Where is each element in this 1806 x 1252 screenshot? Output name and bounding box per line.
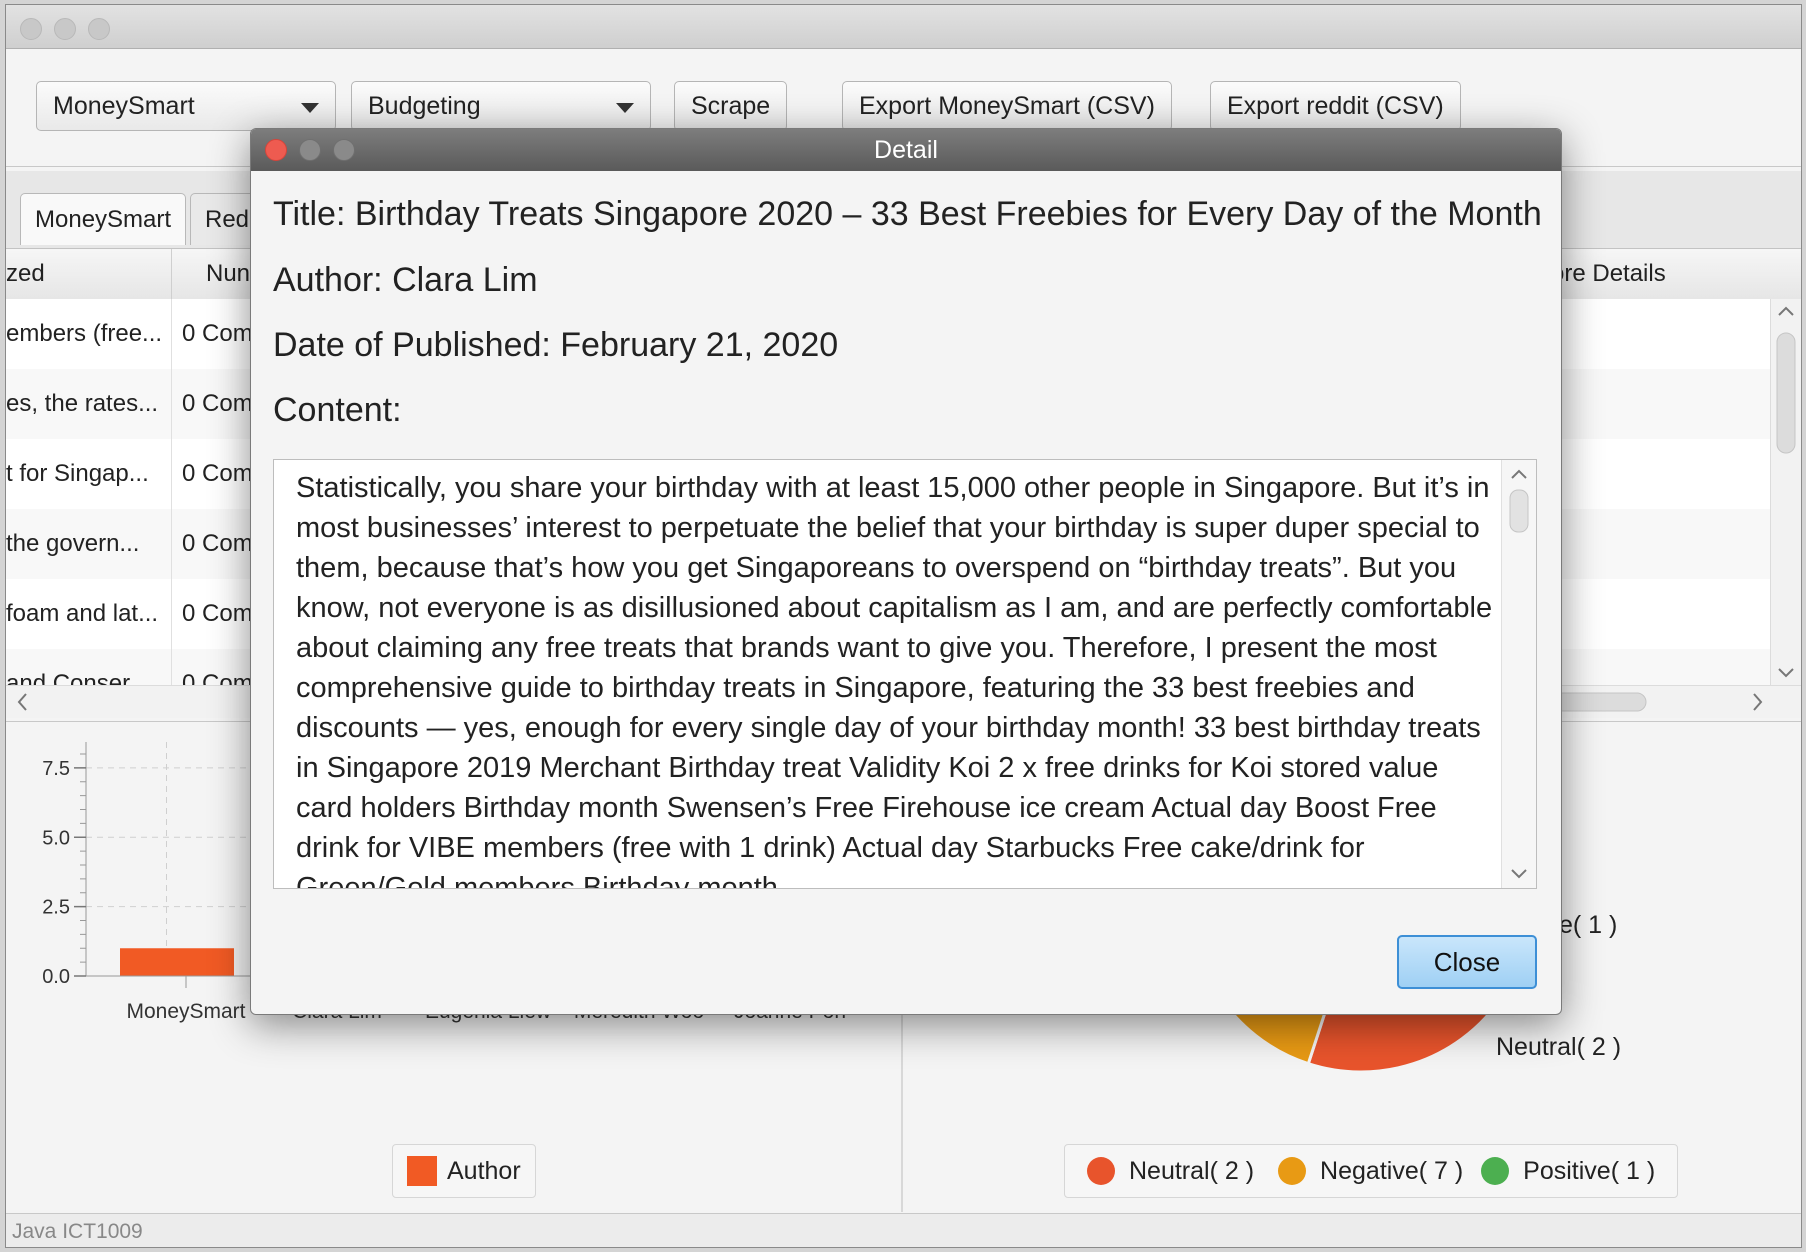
zoom-window-icon[interactable]: [88, 18, 110, 40]
legend-swatch: [407, 1156, 437, 1186]
dialog-title: Detail: [874, 136, 938, 164]
x-tick-label: MoneySmart: [126, 1000, 245, 1023]
bar-chart-legend: Author: [392, 1144, 536, 1198]
chevron-down-icon: [616, 103, 634, 113]
dialog-zoom-icon[interactable]: [333, 139, 355, 161]
content-vertical-scrollbar[interactable]: [1501, 460, 1536, 888]
legend-label-negative: Negative( 7 ): [1320, 1156, 1464, 1185]
content-text: Statistically, you share your birthday w…: [296, 472, 1493, 889]
dialog-minimize-icon[interactable]: [299, 139, 321, 161]
content-label: Content:: [273, 391, 402, 429]
scroll-up-icon: [1511, 469, 1527, 479]
column-header-summarized[interactable]: zed: [6, 249, 172, 299]
topic-combo[interactable]: Budgeting: [351, 81, 651, 131]
content-scrollbar-graphics: [1509, 469, 1529, 879]
cell-summary: embers (free...: [6, 299, 172, 369]
content-textarea[interactable]: Statistically, you share your birthday w…: [273, 459, 1537, 889]
pie-chart-legend: Neutral( 2 ) Negative( 7 ) Positive( 1 ): [1064, 1144, 1679, 1198]
topic-combo-value: Budgeting: [368, 92, 481, 120]
table-vertical-scrollbar[interactable]: [1770, 299, 1801, 685]
scroll-up-icon: [1778, 306, 1794, 316]
close-window-icon[interactable]: [20, 18, 42, 40]
source-combo-value: MoneySmart: [53, 92, 195, 120]
legend-label-neutral: Neutral( 2 ): [1129, 1156, 1255, 1185]
article-author: Author: Clara Lim: [273, 261, 538, 299]
chevron-down-icon: [301, 103, 319, 113]
export-reddit-button[interactable]: Export reddit (CSV): [1210, 81, 1461, 131]
scroll-thumb: [1776, 332, 1796, 454]
cell-summary: es, the rates...: [6, 369, 172, 439]
export-moneysmart-button[interactable]: Export MoneySmart (CSV): [842, 81, 1172, 131]
pie-label-neutral: Neutral( 2 ): [1496, 1033, 1621, 1061]
article-date: Date of Published: February 21, 2020: [273, 326, 839, 364]
close-button[interactable]: Close: [1397, 935, 1537, 989]
source-combo[interactable]: MoneySmart: [36, 81, 336, 131]
legend-dot-positive: [1481, 1157, 1510, 1185]
y-tick-label: 7.5: [42, 758, 70, 780]
column-header-more-details[interactable]: ore Details: [1551, 249, 1771, 299]
legend-label-positive: Positive( 1 ): [1523, 1156, 1656, 1185]
cell-summary: t for Singap...: [6, 439, 172, 509]
bar-chart-y-axis: 0.0 2.5 5.0 7.5: [42, 742, 87, 988]
cell-summary: the govern...: [6, 509, 172, 579]
scroll-down-icon: [1511, 869, 1527, 879]
cell-summary: foam and lat...: [6, 579, 172, 649]
minimize-window-icon[interactable]: [54, 18, 76, 40]
dialog-close-icon[interactable]: [265, 139, 287, 161]
legend-dot-neutral: [1087, 1157, 1115, 1185]
dialog-titlebar: Detail: [251, 129, 1561, 171]
scroll-left-icon: [17, 693, 27, 711]
window-titlebar: [6, 5, 1801, 49]
status-bar: Java ICT1009: [6, 1213, 1801, 1247]
article-title: Title: Birthday Treats Singapore 2020 – …: [273, 195, 1542, 233]
legend-label-author: Author: [447, 1156, 521, 1185]
cell-summary: and Conser...: [6, 649, 172, 685]
legend-dot-negative: [1278, 1157, 1307, 1185]
scrollbar-graphics: [1776, 306, 1796, 678]
y-tick-label: 5.0: [42, 827, 70, 849]
detail-dialog: Detail Title: Birthday Treats Singapore …: [250, 128, 1562, 1015]
scrape-button[interactable]: Scrape: [674, 81, 788, 131]
scroll-right-icon: [1753, 693, 1763, 711]
y-tick-label: 0.0: [42, 966, 70, 988]
tab-moneysmart[interactable]: MoneySmart: [20, 193, 187, 245]
scroll-down-icon: [1778, 668, 1794, 678]
content-scroll-thumb: [1509, 489, 1529, 533]
y-tick-label: 2.5: [42, 897, 70, 919]
bar-moneysmart: [120, 948, 234, 976]
